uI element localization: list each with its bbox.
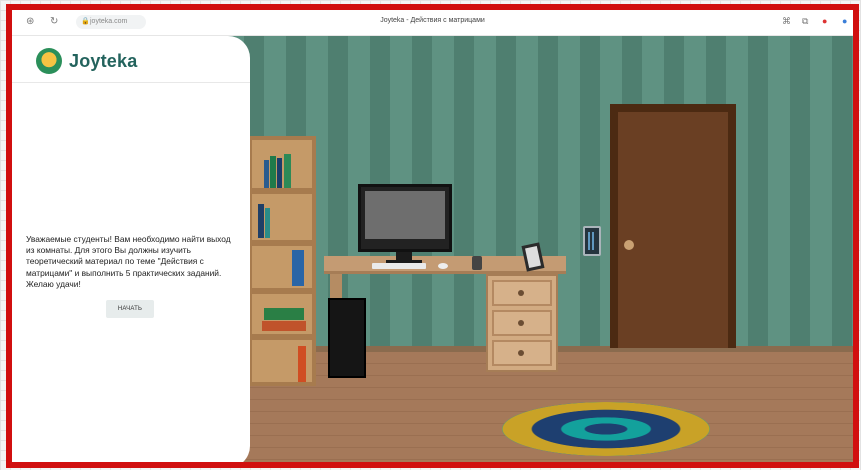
desk-drawer[interactable] [492, 280, 552, 306]
monitor-screen [365, 191, 445, 239]
keypad-buttons [588, 232, 596, 250]
lightbulb-icon [36, 48, 62, 74]
brand-logo[interactable]: Joyteka [36, 46, 137, 76]
exit-door[interactable] [618, 112, 728, 348]
shelf-board [248, 288, 316, 294]
floor-rug[interactable] [502, 402, 710, 456]
profile-icon[interactable]: ● [842, 16, 847, 26]
brand-name: Joyteka [69, 50, 138, 71]
tab-title: Joyteka - Действия с матрицами [380, 17, 485, 24]
desk-drawer[interactable] [492, 310, 552, 336]
extension-icon[interactable]: ● [822, 16, 827, 26]
computer-mouse[interactable] [438, 263, 448, 269]
keyboard[interactable] [372, 263, 426, 269]
escape-room-scene: Joyteka Уважаемые студенты! Вам необходи… [12, 36, 853, 462]
drawer-knob [518, 320, 524, 326]
shelf-board [248, 334, 316, 340]
intro-panel: Joyteka Уважаемые студенты! Вам необходи… [12, 36, 250, 462]
book [298, 346, 306, 382]
drawer-knob [518, 350, 524, 356]
book [292, 250, 304, 286]
screenshot-frame: ⊛ ↻ 🔒 joyteka.com Joyteka - Действия с м… [6, 4, 859, 468]
door-keypad[interactable] [583, 226, 601, 256]
book [262, 321, 306, 331]
book [258, 204, 264, 238]
book [277, 158, 282, 188]
phone[interactable] [472, 256, 482, 270]
pc-tower[interactable] [328, 298, 366, 378]
tab-icon[interactable]: ⧉ [802, 16, 808, 27]
start-button[interactable]: НАЧАТЬ [106, 300, 154, 318]
photo [525, 245, 541, 269]
desk-drawers [486, 274, 558, 372]
divider [12, 82, 250, 83]
book [284, 154, 291, 188]
book [264, 160, 269, 188]
book [265, 208, 270, 238]
book [270, 156, 276, 188]
bookmark-icon[interactable]: ⌘ [782, 16, 791, 27]
intro-text: Уважаемые студенты! Вам необходимо найти… [26, 234, 231, 289]
shelf-board [248, 188, 316, 194]
browser-toolbar: ⊛ ↻ 🔒 joyteka.com Joyteka - Действия с м… [12, 10, 853, 36]
book [264, 308, 304, 320]
computer-monitor[interactable] [358, 184, 452, 252]
desk-drawer[interactable] [492, 340, 552, 366]
shelf-board [248, 240, 316, 246]
drawer-knob [518, 290, 524, 296]
door-knob[interactable] [624, 240, 634, 250]
